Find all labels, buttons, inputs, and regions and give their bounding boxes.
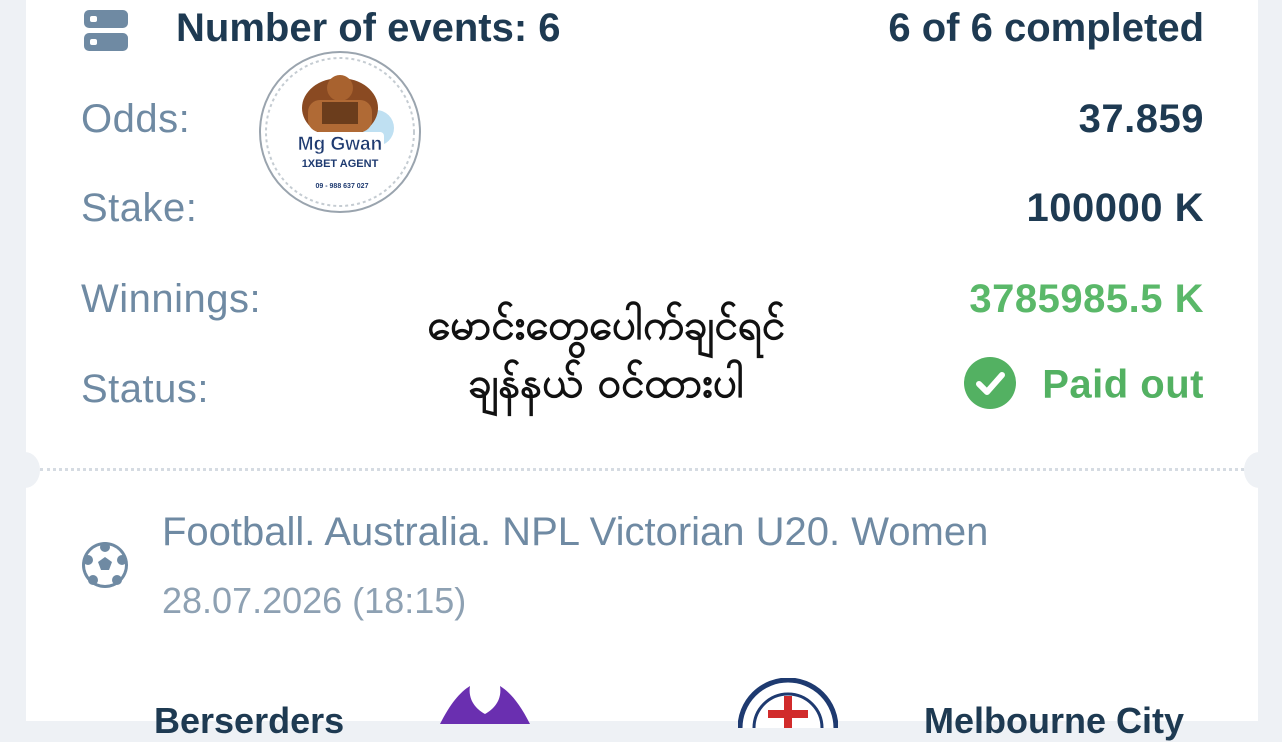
promo-line-1: မောင်းတွေပေါက်ချင်ရင် [427, 300, 785, 349]
football-icon [80, 540, 130, 595]
promo-line-2: ချန်နယ် ဝင်ထားပါ [468, 358, 744, 407]
watermark-name: Mg Gwan [298, 134, 382, 155]
odds-label: Odds: [81, 97, 191, 141]
event-datetime: 28.07.2026 (18:15) [162, 580, 467, 621]
status-value: Paid out [964, 357, 1204, 413]
home-team-logo [430, 684, 540, 729]
odds-value: 37.859 [1078, 97, 1204, 141]
stake-value: 100000 K [1026, 186, 1204, 230]
ticket-notch-right [1244, 452, 1274, 488]
winnings-value: 3785985.5 K [969, 277, 1204, 321]
watermark-subtitle: 1XBET AGENT [302, 158, 379, 170]
league-title[interactable]: Football. Australia. NPL Victorian U20. … [162, 510, 988, 555]
stake-label: Stake: [81, 186, 198, 230]
check-circle-icon [964, 357, 1017, 409]
ticket-notch-left [10, 452, 40, 488]
watermark-phone: 09 - 988 637 027 [316, 183, 369, 190]
events-count-label: Number of events: 6 [176, 6, 561, 50]
promo-overlay-text: မောင်းတွေပေါက်ချင်ရင် ချန်နယ် ဝင်ထားပါ [316, 296, 896, 412]
agent-watermark-logo: Mg Gwan 1XBET AGENT 09 - 988 637 027 [258, 50, 422, 219]
away-team-name: Melbourne City [924, 700, 1185, 741]
bet-card: Number of events: 6 6 of 6 completed Odd… [10, 0, 1274, 742]
events-completed-value: 6 of 6 completed [888, 6, 1204, 50]
status-paid-text: Paid out [1042, 362, 1204, 407]
status-label: Status: [81, 367, 210, 411]
home-team-name: Berserders [154, 700, 345, 741]
away-team-logo [737, 677, 839, 742]
winnings-label: Winnings: [81, 277, 262, 321]
events-list-icon [82, 8, 130, 59]
ticket-divider [40, 468, 1244, 471]
